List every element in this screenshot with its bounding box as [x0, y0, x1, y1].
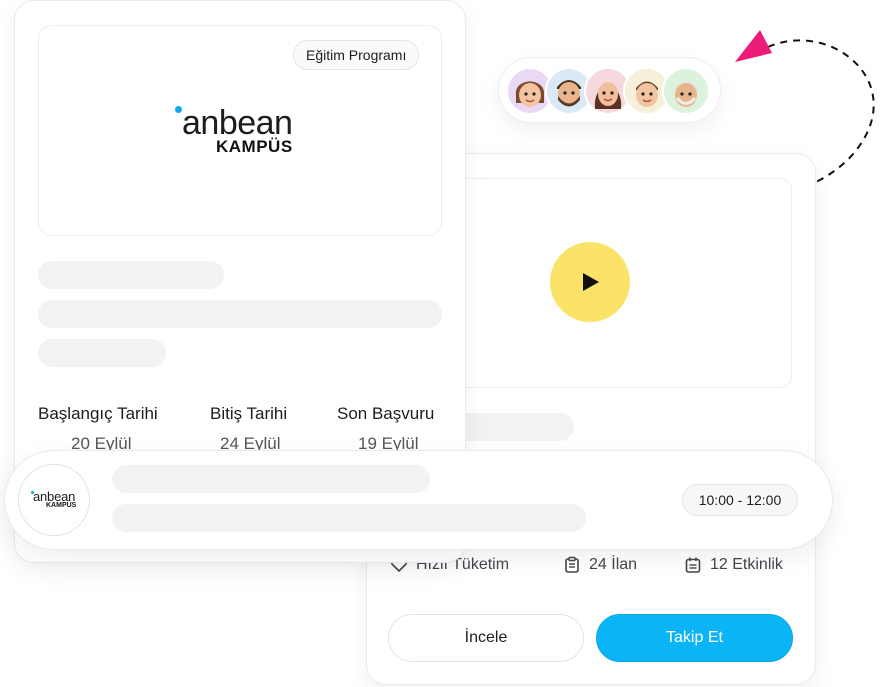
event-time-badge: 10:00 - 12:00: [682, 484, 798, 516]
play-icon: [583, 273, 599, 291]
event-skeleton-line: [112, 504, 586, 532]
stat-listings: 24 İlan: [563, 556, 637, 574]
avatar-older-man-icon: [662, 67, 710, 115]
stat-events: 12 Etkinlik: [684, 556, 783, 574]
review-button[interactable]: İncele: [388, 614, 584, 662]
event-logo-avatar: anbean KAMPÜS: [18, 464, 90, 536]
deadline-label: Son Başvuru: [337, 404, 435, 423]
stat-listings-label: 24 İlan: [589, 556, 638, 573]
brand-logo-sub: KAMPÜS: [216, 137, 293, 156]
event-brand-logo-sub: KAMPÜS: [46, 502, 77, 509]
brand-dot: [175, 106, 182, 113]
program-type-badge: Eğitim Programı: [293, 40, 420, 70]
clipboard-icon: [565, 556, 579, 573]
stat-events-label: 12 Etkinlik: [710, 556, 783, 573]
avatar-group: [498, 57, 721, 123]
program-skeleton-line: [38, 300, 442, 328]
follow-button[interactable]: Takip Et: [596, 614, 793, 662]
program-skeleton-title: [38, 261, 224, 289]
event-skeleton-title: [112, 465, 430, 493]
calendar-icon: [685, 557, 701, 573]
end-date-label: Bitiş Tarihi: [210, 404, 288, 423]
start-date-label: Başlangıç Tarihi: [38, 404, 158, 423]
program-skeleton-line-short: [38, 339, 166, 367]
play-button[interactable]: [550, 242, 630, 322]
